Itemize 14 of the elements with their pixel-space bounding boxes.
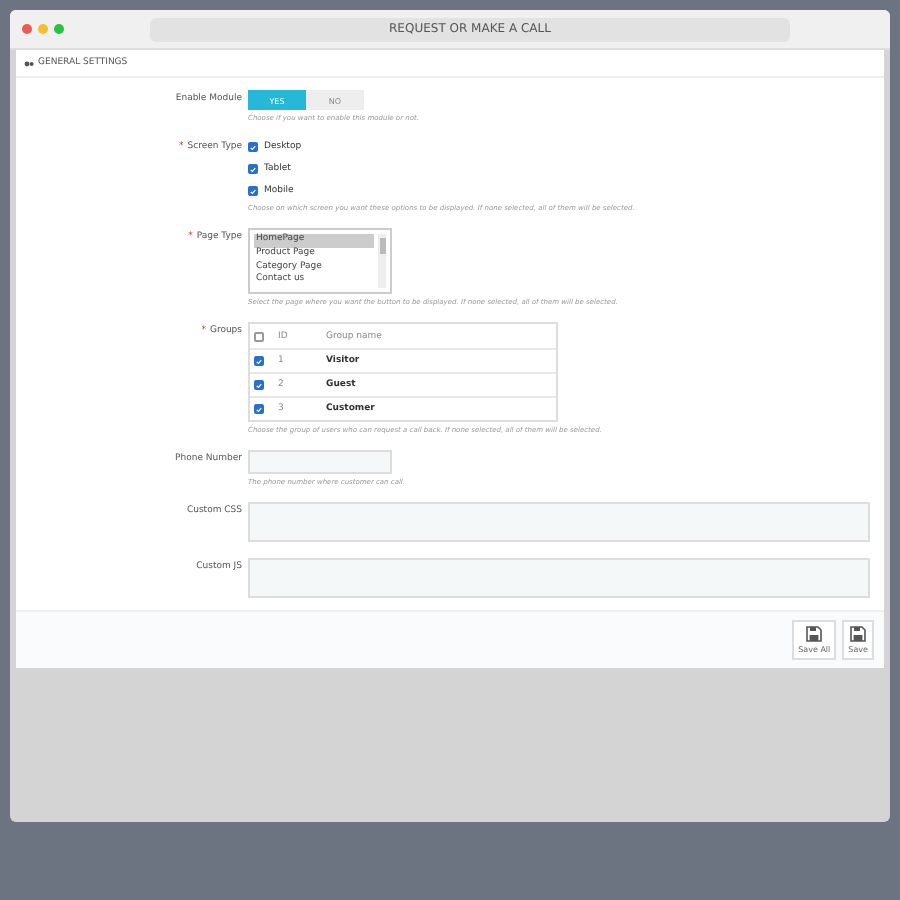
checkbox[interactable] [254,331,264,341]
scrollbar[interactable] [378,234,386,288]
minimize-icon[interactable] [38,24,48,34]
phone-input[interactable] [248,450,392,474]
maximize-icon[interactable] [54,24,64,34]
checkbox[interactable] [254,356,264,366]
checkbox[interactable] [254,404,264,414]
checkbox[interactable] [248,186,258,196]
close-icon[interactable] [22,24,32,34]
custom-css-field[interactable] [248,502,870,542]
checkbox[interactable] [254,380,264,390]
checkbox[interactable] [248,164,258,174]
checkbox[interactable] [248,142,258,152]
custom-js-field[interactable] [248,558,870,598]
